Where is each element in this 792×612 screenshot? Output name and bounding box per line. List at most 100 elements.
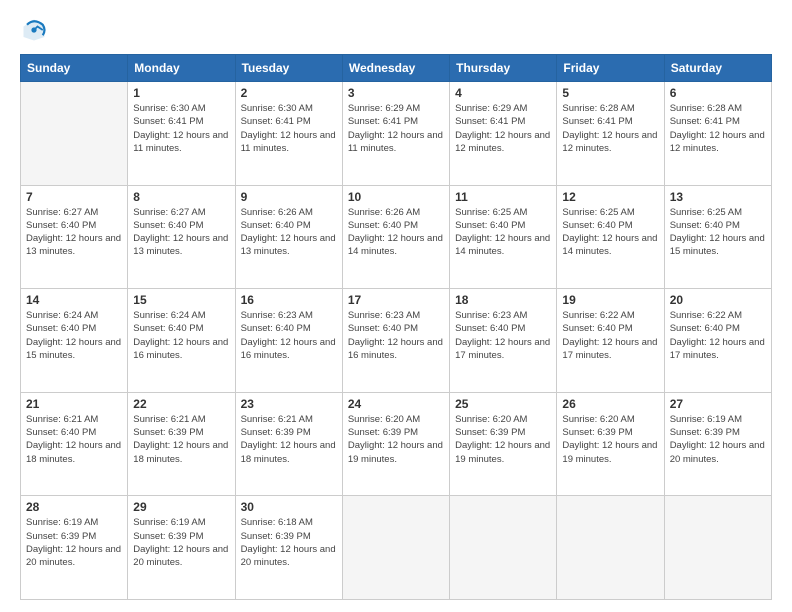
day-info: Sunrise: 6:20 AM Sunset: 6:39 PM Dayligh… <box>455 413 551 466</box>
day-number: 8 <box>133 190 229 204</box>
sunset-label: Sunset: 6:41 PM <box>133 116 203 127</box>
daylight-label: Daylight: 12 hours and 19 minutes. <box>348 440 443 464</box>
calendar-table: SundayMondayTuesdayWednesdayThursdayFrid… <box>20 54 772 600</box>
day-number: 17 <box>348 293 444 307</box>
calendar-cell: 29 Sunrise: 6:19 AM Sunset: 6:39 PM Dayl… <box>128 496 235 600</box>
day-info: Sunrise: 6:24 AM Sunset: 6:40 PM Dayligh… <box>133 309 229 362</box>
daylight-label: Daylight: 12 hours and 20 minutes. <box>26 544 121 568</box>
daylight-label: Daylight: 12 hours and 18 minutes. <box>133 440 228 464</box>
weekday-header: Thursday <box>450 55 557 82</box>
sunrise-label: Sunrise: 6:29 AM <box>455 103 527 114</box>
day-number: 15 <box>133 293 229 307</box>
day-info: Sunrise: 6:26 AM Sunset: 6:40 PM Dayligh… <box>348 206 444 259</box>
sunset-label: Sunset: 6:40 PM <box>670 220 740 231</box>
sunset-label: Sunset: 6:40 PM <box>562 323 632 334</box>
day-info: Sunrise: 6:21 AM Sunset: 6:39 PM Dayligh… <box>133 413 229 466</box>
calendar-cell: 30 Sunrise: 6:18 AM Sunset: 6:39 PM Dayl… <box>235 496 342 600</box>
daylight-label: Daylight: 12 hours and 13 minutes. <box>241 233 336 257</box>
weekday-header: Friday <box>557 55 664 82</box>
sunset-label: Sunset: 6:40 PM <box>133 323 203 334</box>
calendar-cell: 17 Sunrise: 6:23 AM Sunset: 6:40 PM Dayl… <box>342 289 449 393</box>
sunset-label: Sunset: 6:39 PM <box>670 427 740 438</box>
day-number: 10 <box>348 190 444 204</box>
sunrise-label: Sunrise: 6:21 AM <box>133 414 205 425</box>
calendar-cell: 11 Sunrise: 6:25 AM Sunset: 6:40 PM Dayl… <box>450 185 557 289</box>
daylight-label: Daylight: 12 hours and 19 minutes. <box>455 440 550 464</box>
calendar-cell: 27 Sunrise: 6:19 AM Sunset: 6:39 PM Dayl… <box>664 392 771 496</box>
calendar-week-row: 28 Sunrise: 6:19 AM Sunset: 6:39 PM Dayl… <box>21 496 772 600</box>
day-info: Sunrise: 6:25 AM Sunset: 6:40 PM Dayligh… <box>455 206 551 259</box>
logo-icon <box>20 16 48 44</box>
day-info: Sunrise: 6:27 AM Sunset: 6:40 PM Dayligh… <box>133 206 229 259</box>
day-number: 23 <box>241 397 337 411</box>
sunrise-label: Sunrise: 6:26 AM <box>348 207 420 218</box>
calendar-cell: 9 Sunrise: 6:26 AM Sunset: 6:40 PM Dayli… <box>235 185 342 289</box>
day-info: Sunrise: 6:19 AM Sunset: 6:39 PM Dayligh… <box>133 516 229 569</box>
calendar-cell: 22 Sunrise: 6:21 AM Sunset: 6:39 PM Dayl… <box>128 392 235 496</box>
day-info: Sunrise: 6:28 AM Sunset: 6:41 PM Dayligh… <box>670 102 766 155</box>
daylight-label: Daylight: 12 hours and 15 minutes. <box>26 337 121 361</box>
sunrise-label: Sunrise: 6:28 AM <box>670 103 742 114</box>
sunrise-label: Sunrise: 6:29 AM <box>348 103 420 114</box>
day-info: Sunrise: 6:23 AM Sunset: 6:40 PM Dayligh… <box>455 309 551 362</box>
daylight-label: Daylight: 12 hours and 20 minutes. <box>670 440 765 464</box>
daylight-label: Daylight: 12 hours and 12 minutes. <box>455 130 550 154</box>
weekday-header: Wednesday <box>342 55 449 82</box>
sunset-label: Sunset: 6:40 PM <box>562 220 632 231</box>
day-info: Sunrise: 6:25 AM Sunset: 6:40 PM Dayligh… <box>670 206 766 259</box>
calendar-cell: 26 Sunrise: 6:20 AM Sunset: 6:39 PM Dayl… <box>557 392 664 496</box>
daylight-label: Daylight: 12 hours and 17 minutes. <box>455 337 550 361</box>
daylight-label: Daylight: 12 hours and 11 minutes. <box>133 130 228 154</box>
day-number: 27 <box>670 397 766 411</box>
daylight-label: Daylight: 12 hours and 11 minutes. <box>348 130 443 154</box>
daylight-label: Daylight: 12 hours and 18 minutes. <box>241 440 336 464</box>
calendar-cell <box>21 82 128 186</box>
day-number: 24 <box>348 397 444 411</box>
sunset-label: Sunset: 6:40 PM <box>670 323 740 334</box>
sunrise-label: Sunrise: 6:27 AM <box>26 207 98 218</box>
sunset-label: Sunset: 6:40 PM <box>26 323 96 334</box>
daylight-label: Daylight: 12 hours and 19 minutes. <box>562 440 657 464</box>
sunset-label: Sunset: 6:40 PM <box>133 220 203 231</box>
calendar-week-row: 21 Sunrise: 6:21 AM Sunset: 6:40 PM Dayl… <box>21 392 772 496</box>
daylight-label: Daylight: 12 hours and 20 minutes. <box>133 544 228 568</box>
sunset-label: Sunset: 6:39 PM <box>455 427 525 438</box>
sunrise-label: Sunrise: 6:21 AM <box>241 414 313 425</box>
calendar-cell: 2 Sunrise: 6:30 AM Sunset: 6:41 PM Dayli… <box>235 82 342 186</box>
day-number: 7 <box>26 190 122 204</box>
calendar-cell <box>557 496 664 600</box>
daylight-label: Daylight: 12 hours and 20 minutes. <box>241 544 336 568</box>
sunset-label: Sunset: 6:40 PM <box>26 427 96 438</box>
sunset-label: Sunset: 6:41 PM <box>562 116 632 127</box>
logo <box>20 16 52 44</box>
calendar-cell: 7 Sunrise: 6:27 AM Sunset: 6:40 PM Dayli… <box>21 185 128 289</box>
calendar-cell: 28 Sunrise: 6:19 AM Sunset: 6:39 PM Dayl… <box>21 496 128 600</box>
day-info: Sunrise: 6:19 AM Sunset: 6:39 PM Dayligh… <box>26 516 122 569</box>
day-number: 12 <box>562 190 658 204</box>
sunrise-label: Sunrise: 6:30 AM <box>133 103 205 114</box>
daylight-label: Daylight: 12 hours and 15 minutes. <box>670 233 765 257</box>
daylight-label: Daylight: 12 hours and 11 minutes. <box>241 130 336 154</box>
sunrise-label: Sunrise: 6:18 AM <box>241 517 313 528</box>
sunrise-label: Sunrise: 6:27 AM <box>133 207 205 218</box>
day-info: Sunrise: 6:26 AM Sunset: 6:40 PM Dayligh… <box>241 206 337 259</box>
calendar-cell: 5 Sunrise: 6:28 AM Sunset: 6:41 PM Dayli… <box>557 82 664 186</box>
calendar-cell: 24 Sunrise: 6:20 AM Sunset: 6:39 PM Dayl… <box>342 392 449 496</box>
calendar-cell: 18 Sunrise: 6:23 AM Sunset: 6:40 PM Dayl… <box>450 289 557 393</box>
calendar-cell: 16 Sunrise: 6:23 AM Sunset: 6:40 PM Dayl… <box>235 289 342 393</box>
calendar-cell: 14 Sunrise: 6:24 AM Sunset: 6:40 PM Dayl… <box>21 289 128 393</box>
day-info: Sunrise: 6:20 AM Sunset: 6:39 PM Dayligh… <box>348 413 444 466</box>
day-number: 9 <box>241 190 337 204</box>
day-number: 13 <box>670 190 766 204</box>
day-number: 22 <box>133 397 229 411</box>
calendar-cell <box>342 496 449 600</box>
calendar-week-row: 1 Sunrise: 6:30 AM Sunset: 6:41 PM Dayli… <box>21 82 772 186</box>
sunrise-label: Sunrise: 6:22 AM <box>670 310 742 321</box>
calendar-cell <box>664 496 771 600</box>
calendar-cell: 23 Sunrise: 6:21 AM Sunset: 6:39 PM Dayl… <box>235 392 342 496</box>
calendar-cell: 10 Sunrise: 6:26 AM Sunset: 6:40 PM Dayl… <box>342 185 449 289</box>
day-number: 25 <box>455 397 551 411</box>
weekday-header: Sunday <box>21 55 128 82</box>
sunset-label: Sunset: 6:39 PM <box>26 531 96 542</box>
daylight-label: Daylight: 12 hours and 17 minutes. <box>670 337 765 361</box>
